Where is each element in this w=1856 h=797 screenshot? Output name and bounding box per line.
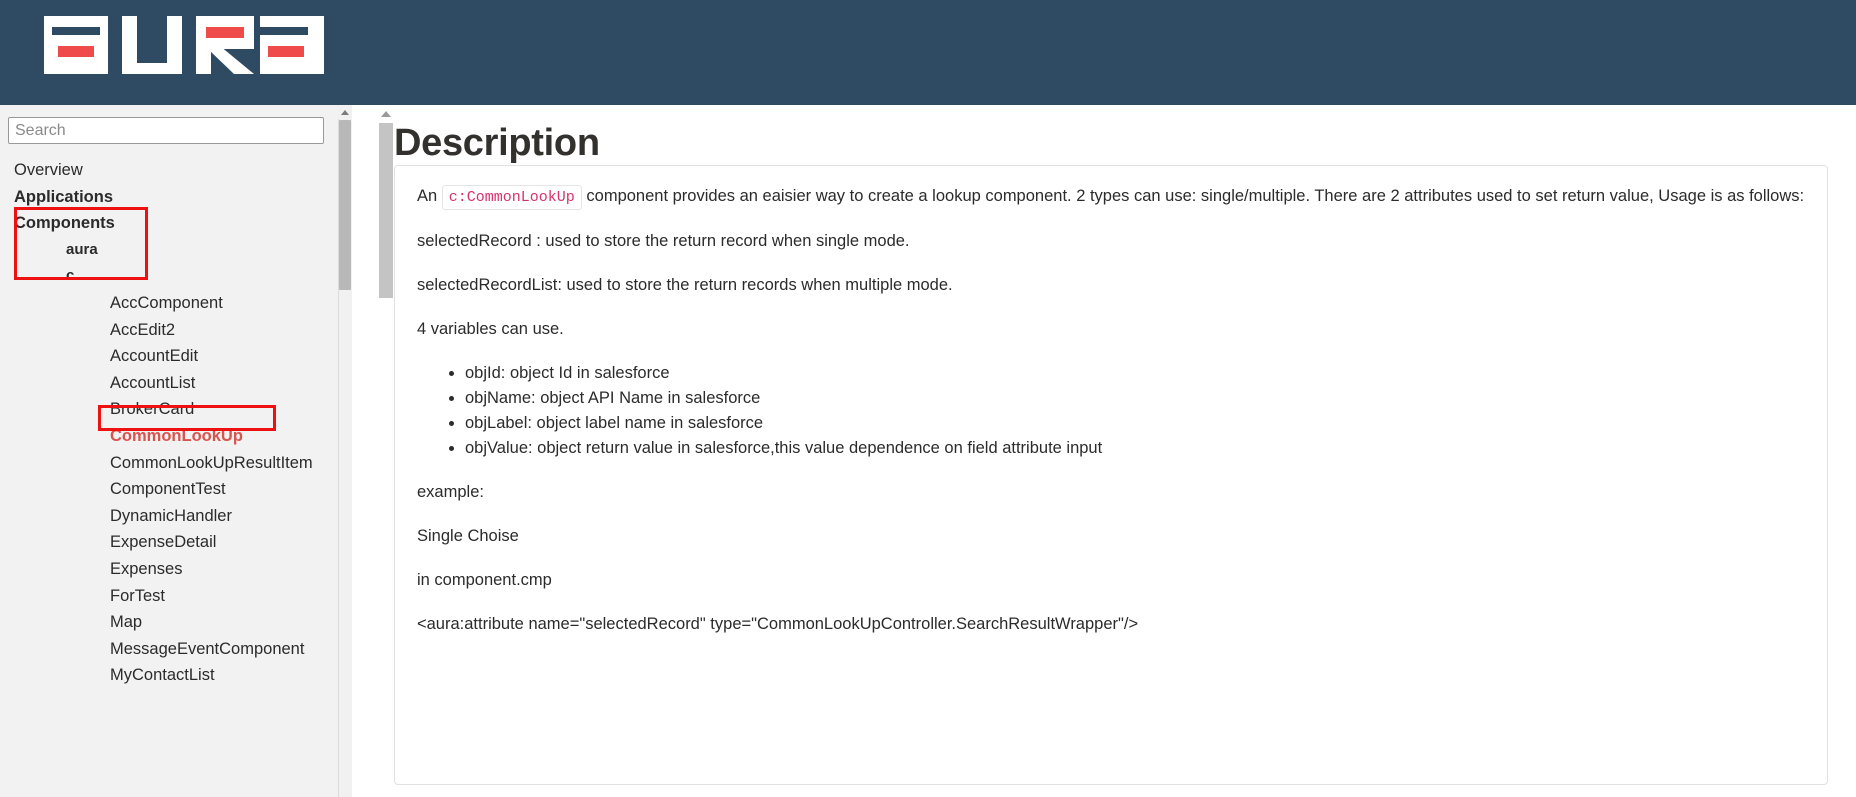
list-item: objValue: object return value in salesfo… — [465, 436, 1805, 461]
sidebar-nav-list: Overview Applications Components aura c … — [0, 157, 352, 689]
page-title: Description — [394, 122, 600, 164]
selected-record-paragraph: selectedRecord : used to store the retur… — [417, 232, 910, 250]
sidebar-item-accedit2[interactable]: AccEdit2 — [0, 317, 352, 344]
sidebar-item-aura[interactable]: aura — [0, 237, 352, 264]
sidebar-scrollbar[interactable] — [338, 105, 352, 797]
sidebar-scrollbar-thumb[interactable] — [339, 120, 351, 290]
sidebar-item-commonlookup[interactable]: CommonLookUp — [0, 423, 352, 450]
main-content: Description An c:CommonLookUp component … — [352, 105, 1856, 797]
sidebar-item-messageeventcomponent[interactable]: MessageEventComponent — [0, 636, 352, 663]
sidebar-item-componenttest[interactable]: ComponentTest — [0, 476, 352, 503]
sidebar-item-map[interactable]: Map — [0, 609, 352, 636]
aura-logo — [44, 16, 324, 74]
intro-before-code: An — [417, 187, 438, 205]
sidebar-item-commonlookupresultitem[interactable]: CommonLookUpResultItem — [0, 450, 352, 477]
list-item: objName: object API Name in salesforce — [465, 386, 1805, 411]
sidebar-item-overview[interactable]: Overview — [0, 157, 352, 184]
search-input[interactable] — [8, 117, 324, 144]
variables-intro-paragraph: 4 variables can use. — [417, 320, 564, 338]
in-component-paragraph: in component.cmp — [417, 571, 552, 589]
intro-paragraph: An c:CommonLookUp component provides an … — [417, 184, 1805, 210]
main-scrollbar-thumb[interactable] — [379, 123, 393, 298]
inline-code-component: c:CommonLookUp — [441, 185, 582, 210]
sidebar-item-acccomponent[interactable]: AccComponent — [0, 290, 352, 317]
example-paragraph: example: — [417, 483, 484, 501]
description-panel: An c:CommonLookUp component provides an … — [394, 165, 1828, 785]
aura-attribute-code-paragraph: <aura:attribute name="selectedRecord" ty… — [417, 615, 1139, 633]
sidebar-item-dynamichandler[interactable]: DynamicHandler — [0, 503, 352, 530]
main-scroll-up-arrow-icon[interactable] — [378, 107, 394, 121]
sidebar-item-mycontactlist[interactable]: MyContactList — [0, 662, 352, 689]
sidebar: Overview Applications Components aura c … — [0, 105, 352, 797]
app-root: Overview Applications Components aura c … — [0, 0, 1856, 797]
app-header — [0, 0, 1856, 105]
list-item: objLabel: object label name in salesforc… — [465, 411, 1805, 436]
sidebar-item-applications[interactable]: Applications — [0, 184, 352, 211]
sidebar-item-expenses[interactable]: Expenses — [0, 556, 352, 583]
intro-after-code: component provides an eaisier way to cre… — [586, 187, 1805, 205]
scroll-up-arrow-icon[interactable] — [338, 105, 352, 119]
sidebar-item-accountlist[interactable]: AccountList — [0, 370, 352, 397]
selected-record-list-paragraph: selectedRecordList: used to store the re… — [417, 276, 953, 294]
sidebar-item-c[interactable]: c — [0, 263, 352, 290]
sidebar-item-brokercard[interactable]: BrokerCard — [0, 396, 352, 423]
sidebar-item-accountedit[interactable]: AccountEdit — [0, 343, 352, 370]
search-container — [8, 117, 324, 144]
sidebar-item-expensedetail[interactable]: ExpenseDetail — [0, 529, 352, 556]
main-scrollbar[interactable] — [352, 105, 393, 797]
sidebar-item-fortest[interactable]: ForTest — [0, 583, 352, 610]
single-choise-paragraph: Single Choise — [417, 527, 519, 545]
list-item: objId: object Id in salesforce — [465, 361, 1805, 386]
sidebar-item-components[interactable]: Components — [0, 210, 352, 237]
variables-list: objId: object Id in salesforce objName: … — [417, 361, 1805, 461]
